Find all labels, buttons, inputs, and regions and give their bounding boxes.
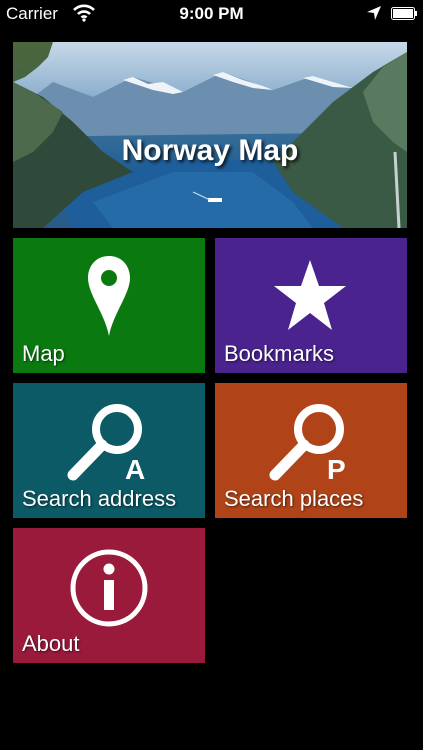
header-banner: Norway Map (13, 42, 407, 228)
location-arrow-icon (367, 6, 381, 20)
star-icon (274, 260, 346, 330)
banner-title: Norway Map (121, 134, 299, 167)
search-address-icon: A (67, 404, 145, 485)
map-tile[interactable]: Map (13, 238, 205, 373)
about-tile[interactable]: About (13, 528, 205, 663)
about-tile-label: About (22, 631, 80, 656)
search-places-tile-label: Search places (224, 486, 364, 511)
search-places-badge: P (327, 454, 346, 485)
search-places-tile[interactable]: P Search places (215, 383, 407, 518)
info-icon (70, 549, 148, 627)
search-address-badge: A (125, 454, 145, 485)
bookmarks-tile-label: Bookmarks (224, 341, 335, 366)
bookmarks-tile[interactable]: Bookmarks (215, 238, 407, 373)
search-address-tile[interactable]: A Search address (13, 383, 205, 518)
battery-icon (391, 7, 417, 20)
map-tile-label: Map (22, 341, 65, 366)
clock-time: 9:00 PM (179, 4, 244, 23)
map-pin-icon (88, 256, 130, 336)
search-places-icon: P (269, 404, 346, 485)
search-address-tile-label: Search address (22, 486, 177, 511)
status-bar: Carrier 9:00 PM (0, 0, 423, 28)
